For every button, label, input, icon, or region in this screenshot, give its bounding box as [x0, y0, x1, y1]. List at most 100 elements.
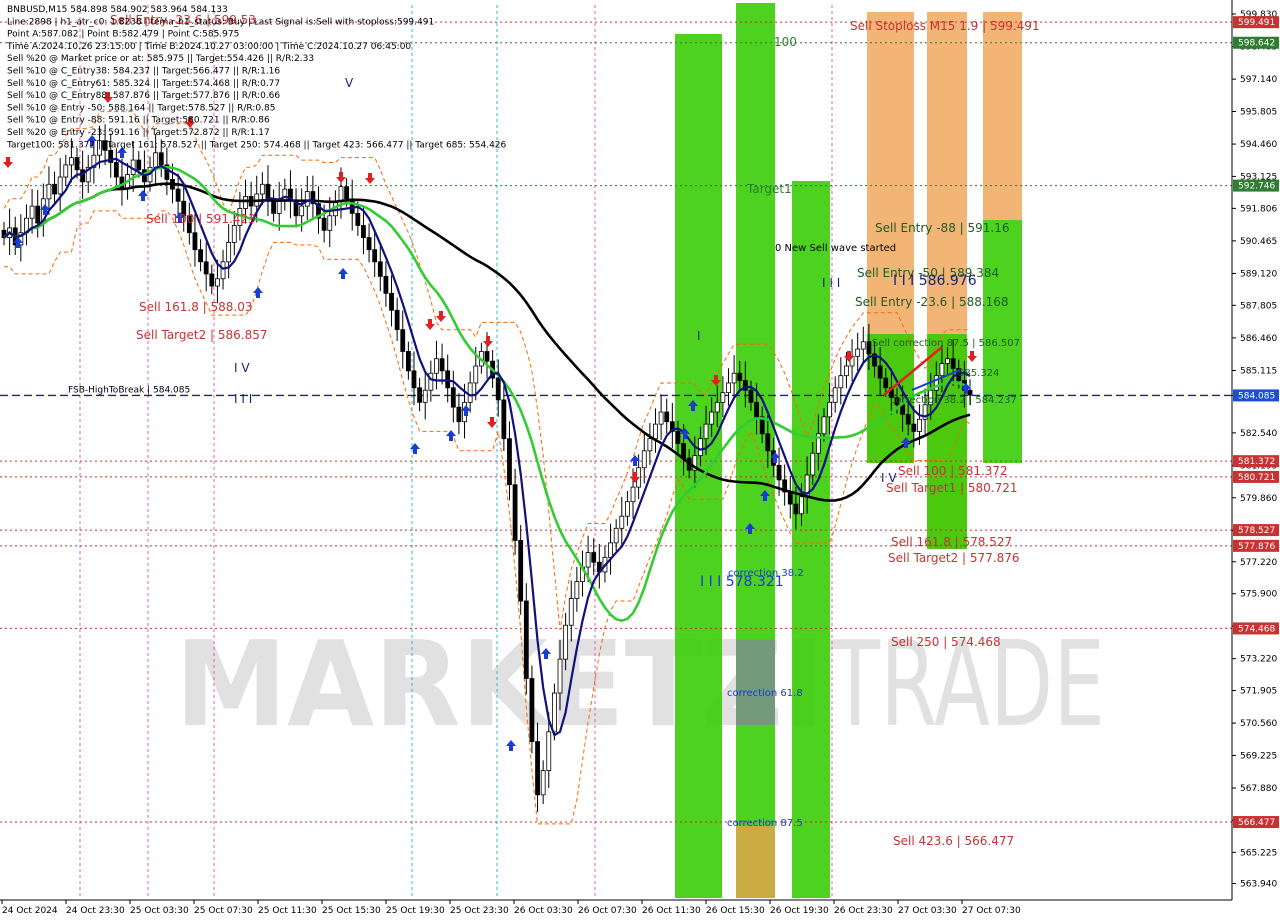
- candle-body: [411, 370, 417, 389]
- candle-body: [383, 275, 389, 294]
- candle-body: [422, 389, 428, 403]
- candle-body: [243, 195, 248, 209]
- x-tick-label: 26 Oct 23:30: [834, 906, 893, 916]
- candle-body: [366, 237, 372, 251]
- candle-body: [80, 169, 86, 183]
- info-line: Point A:587.082 | Point B:582.479 | Poin…: [7, 30, 239, 40]
- y-tick-label: 573.220: [1240, 655, 1277, 665]
- x-tick-label: 25 Oct 07:30: [194, 906, 253, 916]
- y-tick-label: 595.805: [1240, 107, 1277, 117]
- candle-body: [29, 205, 35, 219]
- ann-corr-618: correction 61.8: [727, 688, 803, 699]
- ann-sell-1618-left: Sell 161.8 | 588.03: [139, 300, 253, 314]
- candle-body: [203, 261, 209, 275]
- info-panel: BNBUSD,M15 584.898 584.902 583.964 584.1…: [6, 5, 507, 150]
- y-tick-label: 597.140: [1240, 75, 1277, 85]
- candle-body: [175, 188, 181, 202]
- info-line: BNBUSD,M15 584.898 584.902 583.964 584.1…: [7, 5, 228, 15]
- ann-sell-100-left: Sell 100 | 591.423: [146, 212, 256, 226]
- candle-body: [551, 692, 557, 733]
- candle-body: [557, 658, 563, 694]
- sell-arrow-icon: [336, 172, 346, 183]
- ann-sell-entry-236: Sell Entry -23.6 | 588.168: [855, 295, 1009, 309]
- candle-body: [731, 372, 737, 384]
- candle-body: [563, 624, 569, 660]
- watermark-left: MARKETZI: [175, 615, 825, 753]
- candle-body: [647, 438, 653, 452]
- candle-body: [821, 416, 827, 435]
- level-label-1618: Sell 161.8 | 578.527: [891, 535, 1012, 549]
- info-line: Sell %10 @ Entry -50: 588.164 || Target:…: [7, 103, 275, 113]
- candle-body: [535, 741, 540, 796]
- candle-body: [945, 358, 950, 364]
- x-tick-label: 25 Oct 11:30: [258, 906, 317, 916]
- sell-arrow-icon: [425, 319, 435, 330]
- candle-body: [484, 351, 490, 362]
- candle-body: [630, 486, 636, 503]
- buy-arrow-icon: [253, 287, 263, 298]
- candle-body: [877, 365, 883, 379]
- info-line: Target100: 581.372 || Target 161: 578.52…: [6, 140, 507, 150]
- candle-body: [518, 540, 524, 602]
- info-line: Sell %10 @ C_Entry88: 587.876 || Target:…: [7, 91, 280, 101]
- green-zone: [927, 334, 967, 549]
- candle-body: [439, 358, 445, 372]
- candle-body: [445, 370, 451, 389]
- candle-body: [35, 205, 41, 224]
- candle-body: [911, 423, 917, 432]
- x-tick-label: 26 Oct 15:30: [706, 906, 765, 916]
- candle-body: [507, 438, 512, 486]
- zones-layer: [675, 3, 1022, 898]
- time-axis-bg: [0, 900, 1280, 920]
- ann-wave-iv: I V: [234, 361, 250, 375]
- sell-arrow-icon: [3, 157, 13, 168]
- ann-sell-corr-price: 585.324: [958, 368, 999, 379]
- candle-body: [68, 157, 74, 166]
- x-tick-label: 25 Oct 15:30: [322, 906, 381, 916]
- chart-svg: MARKETZI TRADE Sell Entry -23.6 | 599.53…: [0, 0, 1280, 920]
- candle-body: [855, 348, 861, 357]
- candle-body: [613, 527, 619, 544]
- price-tag-label: 574.468: [1238, 624, 1275, 634]
- candle-body: [321, 217, 327, 231]
- chart-area[interactable]: MARKETZI TRADE Sell Entry -23.6 | 599.53…: [0, 0, 1280, 920]
- candle-body: [74, 157, 80, 171]
- x-tick-label: 25 Oct 19:30: [386, 906, 445, 916]
- ann-wave-iii-left: I I I: [234, 392, 252, 406]
- candle-body: [361, 225, 366, 238]
- price-tag-label: 577.876: [1238, 542, 1275, 552]
- candle-body: [215, 278, 220, 287]
- candle-body: [377, 261, 383, 277]
- price-tag-label: 584.085: [1238, 391, 1275, 401]
- x-tick-label: 26 Oct 03:30: [514, 906, 573, 916]
- price-tag-label: 578.527: [1238, 526, 1275, 536]
- candle-body: [748, 389, 754, 403]
- candle-body: [860, 341, 866, 350]
- candle-body: [765, 433, 771, 452]
- x-tick-label: 27 Oct 03:30: [898, 906, 957, 916]
- y-tick-label: 571.905: [1240, 687, 1277, 697]
- candle-body: [641, 450, 647, 469]
- ann-corr-875: correction 87.5: [727, 818, 803, 829]
- candle-body: [776, 464, 782, 481]
- y-tick-label: 594.460: [1240, 140, 1277, 150]
- orange-zone: [736, 826, 775, 898]
- x-tick-label: 27 Oct 07:30: [962, 906, 1021, 916]
- candle-body: [327, 215, 333, 231]
- candle-body: [737, 372, 743, 381]
- candle-body: [209, 273, 215, 287]
- candle-body: [950, 358, 956, 369]
- candle-body: [136, 159, 142, 171]
- candle-body: [265, 183, 271, 200]
- y-tick-label: 579.860: [1240, 494, 1277, 504]
- buy-arrow-icon: [138, 190, 148, 201]
- price-tag-label: 592.746: [1238, 182, 1275, 192]
- candle-body: [653, 423, 658, 440]
- candle-body: [523, 600, 529, 679]
- y-tick-label: 587.805: [1240, 301, 1277, 311]
- candle-body: [675, 431, 681, 444]
- candle-body: [698, 438, 703, 457]
- y-tick-label: 582.540: [1240, 429, 1277, 439]
- y-tick-label: 585.115: [1240, 366, 1277, 376]
- candle-body: [512, 484, 518, 541]
